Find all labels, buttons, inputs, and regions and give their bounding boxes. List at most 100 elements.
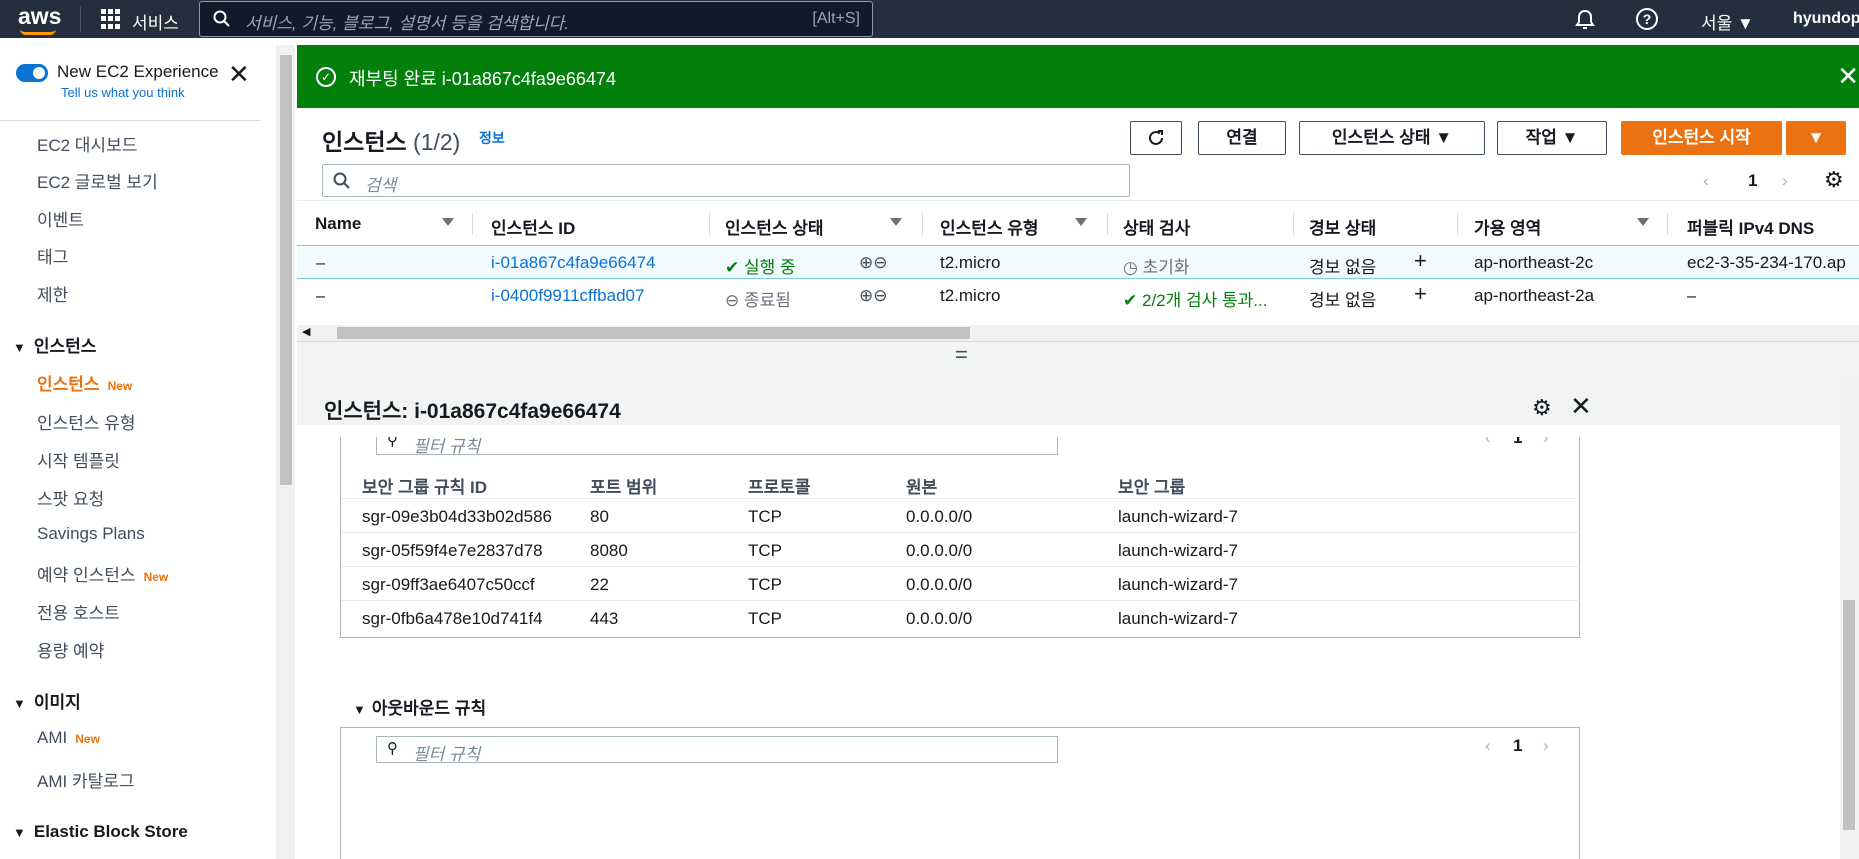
services-grid-icon[interactable]: [101, 9, 121, 29]
sidebar-section-ebs[interactable]: ▼ Elastic Block Store: [13, 822, 188, 842]
item-label: AMI: [37, 728, 68, 747]
sidebar-item-ami-catalog[interactable]: AMI 카탈로그: [37, 767, 135, 792]
gear-icon[interactable]: ⚙: [1532, 395, 1552, 421]
cell-security-group: launch-wizard-7: [1118, 507, 1238, 526]
services-menu[interactable]: 서비스: [132, 9, 179, 34]
filter-icon[interactable]: [442, 218, 454, 226]
column-public-dns[interactable]: 퍼블릭 IPv4 DNS: [1687, 214, 1814, 239]
column-availability-zone[interactable]: 가용 영역: [1474, 214, 1541, 239]
feedback-link[interactable]: Tell us what you think: [61, 85, 185, 100]
cell-az: ap-northeast-2a: [1474, 286, 1595, 305]
sidebar-item-instances[interactable]: 인스턴스 New: [37, 370, 132, 395]
info-link[interactable]: 정보: [479, 128, 505, 148]
cell-source: 0.0.0.0/0: [906, 541, 973, 560]
detail-title: 인스턴스: i-01a867c4fa9e66474: [324, 400, 621, 423]
connect-button[interactable]: 연결: [1198, 121, 1286, 155]
instances-table-header: Name 인스턴스 ID 인스턴스 상태 인스턴스 유형 상태 검사 경보 상태…: [297, 200, 1859, 245]
cell-rule-id: sgr-09ff3ae6407c50ccf: [362, 575, 535, 594]
prev-page-icon[interactable]: ‹: [1485, 736, 1491, 756]
sidebar-item-savings-plans[interactable]: Savings Plans: [37, 524, 145, 544]
next-page-icon[interactable]: ›: [1543, 437, 1549, 448]
column-protocol[interactable]: 프로토콜: [748, 473, 811, 498]
column-port-range[interactable]: 포트 범위: [590, 473, 657, 498]
scroll-left-icon[interactable]: ◀: [302, 325, 310, 338]
next-page-icon[interactable]: ›: [1782, 171, 1788, 191]
sidebar-item-dedicated-hosts[interactable]: 전용 호스트: [37, 599, 120, 624]
close-icon[interactable]: ✕: [228, 61, 250, 87]
new-badge: New: [107, 379, 133, 393]
sidebar-item-dashboard[interactable]: EC2 대시보드: [37, 131, 137, 156]
actions-dropdown[interactable]: 작업 ▼: [1497, 121, 1607, 155]
cell-source: 0.0.0.0/0: [906, 609, 973, 628]
aws-logo[interactable]: aws: [18, 3, 61, 30]
refresh-button[interactable]: [1130, 121, 1182, 155]
cell-instance-id[interactable]: i-01a867c4fa9e66474: [491, 253, 655, 273]
column-name[interactable]: Name: [315, 214, 361, 234]
page-number[interactable]: 1: [1748, 171, 1757, 191]
cell-name: –: [316, 253, 326, 272]
sidebar-item-reserved-instances[interactable]: 예약 인스턴스 New: [37, 561, 168, 586]
caret-down-icon: ▼: [13, 696, 26, 711]
sidebar-item-capacity-reservations[interactable]: 용량 예약: [37, 637, 104, 662]
instance-search-input[interactable]: 검색: [322, 164, 1130, 197]
sidebar-item-global-view[interactable]: EC2 글로벌 보기: [37, 168, 158, 193]
filter-icon[interactable]: [1637, 218, 1649, 226]
close-icon[interactable]: ✕: [1570, 391, 1592, 422]
instance-state-dropdown[interactable]: 인스턴스 상태 ▼: [1299, 121, 1485, 155]
detail-scrollbar-thumb[interactable]: [1843, 600, 1855, 830]
sidebar-item-launch-templates[interactable]: 시작 템플릿: [37, 447, 120, 472]
column-rule-id[interactable]: 보안 그룹 규칙 ID: [362, 473, 487, 498]
column-instance-id[interactable]: 인스턴스 ID: [491, 214, 575, 239]
column-instance-type[interactable]: 인스턴스 유형: [940, 214, 1039, 239]
table-row[interactable]: – i-01a867c4fa9e66474 ✔ 실행 중 ⊕⊖ t2.micro…: [297, 245, 1859, 279]
sidebar-item-tags[interactable]: 태그: [37, 243, 68, 268]
global-search-input[interactable]: 서비스, 기능, 블로그, 설명서 등을 검색합니다. [Alt+S]: [199, 1, 873, 37]
zoom-icon[interactable]: ⊕⊖: [859, 286, 888, 306]
table-horizontal-scrollbar[interactable]: ◀: [297, 325, 1859, 341]
add-alarm-icon[interactable]: +: [1414, 248, 1427, 274]
table-row: sgr-09e3b04d33b02d586 80 TCP 0.0.0.0/0 l…: [341, 499, 1581, 533]
column-source[interactable]: 원본: [906, 473, 937, 498]
sidebar-item-events[interactable]: 이벤트: [37, 206, 84, 231]
page-number[interactable]: 1: [1513, 437, 1522, 448]
add-alarm-icon[interactable]: +: [1414, 281, 1427, 307]
sidebar-section-instances[interactable]: ▼ 인스턴스: [13, 332, 96, 357]
resize-handle-icon[interactable]: =: [955, 342, 968, 368]
sidebar-item-instance-types[interactable]: 인스턴스 유형: [37, 409, 136, 434]
help-icon[interactable]: ?: [1636, 8, 1658, 30]
column-alarm-status[interactable]: 경보 상태: [1309, 214, 1376, 239]
filter-rules-input[interactable]: ⚲ 필터 규칙: [376, 736, 1058, 764]
filter-icon[interactable]: [890, 218, 902, 226]
prev-page-icon[interactable]: ‹: [1485, 437, 1491, 448]
prev-page-icon[interactable]: ‹: [1703, 171, 1709, 191]
sidebar-item-spot-requests[interactable]: 스팟 요청: [37, 485, 104, 510]
scrollbar-thumb[interactable]: [337, 327, 970, 339]
sidebar-section-images[interactable]: ▼ 이미지: [13, 688, 81, 713]
zoom-icon[interactable]: ⊕⊖: [859, 253, 888, 273]
next-page-icon[interactable]: ›: [1543, 736, 1549, 756]
account-menu[interactable]: hyundopa: [1793, 10, 1859, 28]
column-instance-state[interactable]: 인스턴스 상태: [725, 214, 824, 239]
close-icon[interactable]: ✕: [1837, 61, 1859, 92]
launch-instances-button[interactable]: 인스턴스 시작: [1621, 121, 1782, 155]
sidebar-item-limits[interactable]: 제한: [37, 281, 68, 306]
outbound-rules-header[interactable]: ▼ 아웃바운드 규칙: [353, 694, 486, 719]
sidebar-scrollbar-thumb[interactable]: [280, 55, 292, 485]
cell-instance-id[interactable]: i-0400f9911cffbad07: [491, 286, 644, 306]
column-security-group[interactable]: 보안 그룹: [1118, 473, 1185, 498]
bell-icon[interactable]: [1574, 8, 1596, 30]
region-selector[interactable]: 서울 ▼: [1701, 9, 1754, 34]
cell-dns: ec2-3-35-234-170.ap: [1687, 253, 1846, 272]
table-row[interactable]: – i-0400f9911cffbad07 ⊖ 종료됨 ⊕⊖ t2.micro …: [297, 279, 1859, 313]
launch-options-button[interactable]: ▼: [1786, 121, 1846, 155]
filter-rules-input[interactable]: ⚲ 필터 규칙: [376, 437, 1058, 456]
cell-security-group: launch-wizard-7: [1118, 575, 1238, 594]
new-experience-toggle[interactable]: [16, 64, 48, 82]
filter-icon[interactable]: [1075, 218, 1087, 226]
column-status-check[interactable]: 상태 검사: [1123, 214, 1190, 239]
divider: [472, 213, 473, 235]
cell-state: ⊖ 종료됨: [725, 286, 791, 311]
gear-icon[interactable]: ⚙: [1824, 167, 1844, 193]
sidebar-item-ami[interactable]: AMI New: [37, 728, 100, 748]
page-number[interactable]: 1: [1513, 736, 1522, 756]
